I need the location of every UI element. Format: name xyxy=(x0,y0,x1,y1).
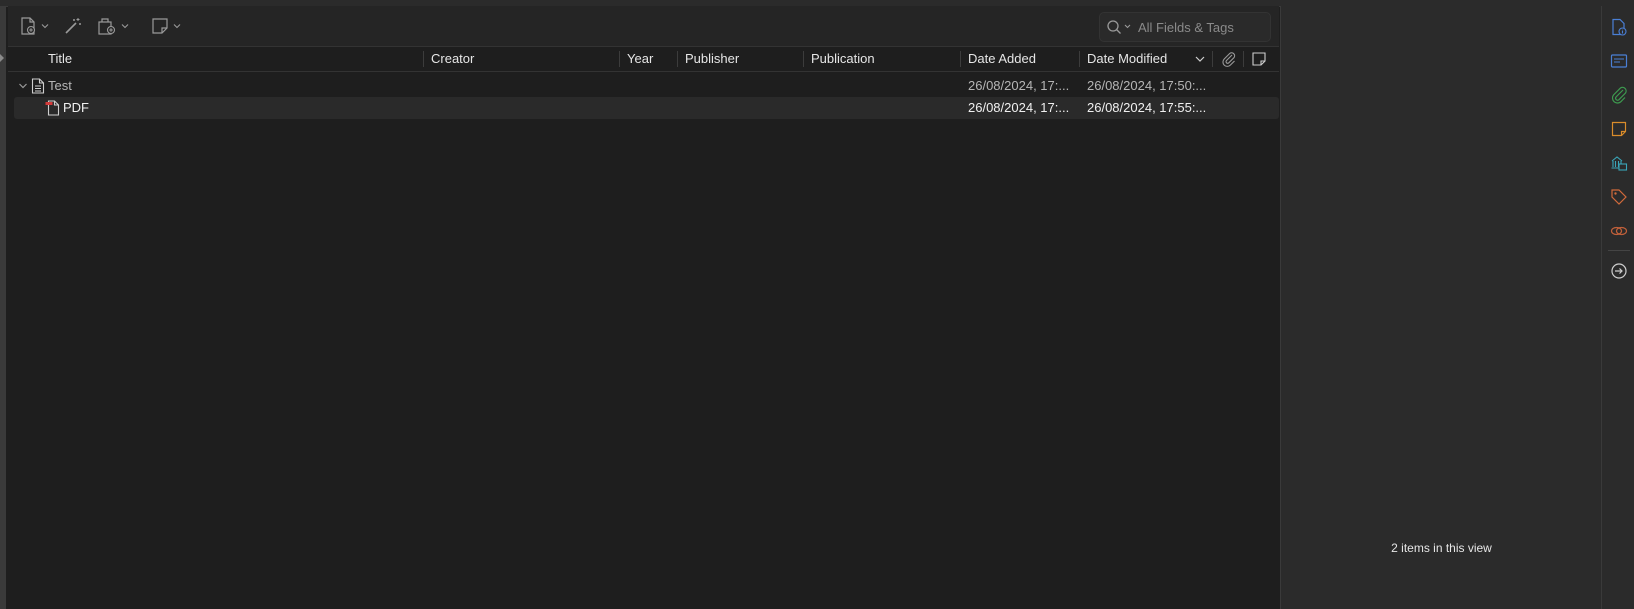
items-pane: Title Creator Year Publisher Publication… xyxy=(8,6,1279,609)
column-divider[interactable] xyxy=(803,51,804,67)
expand-twisty-icon[interactable] xyxy=(18,81,28,91)
column-divider[interactable] xyxy=(1212,51,1213,67)
search-input[interactable] xyxy=(1138,17,1264,37)
related-icon[interactable] xyxy=(1610,222,1628,240)
info-icon[interactable] xyxy=(1610,18,1628,36)
chevron-down-icon xyxy=(121,24,129,29)
item-pane-sidenav xyxy=(1601,6,1634,609)
sort-descending-icon[interactable] xyxy=(1195,55,1205,63)
attachment-add-icon xyxy=(98,18,116,35)
notes-icon[interactable] xyxy=(1610,120,1628,138)
column-divider[interactable] xyxy=(1079,51,1080,67)
column-divider[interactable] xyxy=(677,51,678,67)
column-year[interactable]: Year xyxy=(627,47,653,71)
add-by-identifier-button[interactable] xyxy=(63,14,83,38)
search-icon[interactable] xyxy=(1106,19,1136,35)
table-row[interactable]: Test 26/08/2024, 17:... 26/08/2024, 17:5… xyxy=(14,75,1279,97)
item-date-modified: 26/08/2024, 17:55:... xyxy=(1087,100,1207,115)
new-document-icon xyxy=(21,17,36,35)
attachments-icon[interactable] xyxy=(1610,86,1628,104)
column-publication[interactable]: Publication xyxy=(811,47,875,71)
note-icon xyxy=(152,18,168,34)
item-title: PDF xyxy=(63,100,89,115)
column-date-added[interactable]: Date Added xyxy=(968,47,1036,71)
add-attachment-button[interactable] xyxy=(96,14,129,38)
pdf-icon xyxy=(45,100,60,116)
new-item-button[interactable] xyxy=(18,14,49,38)
item-date-modified: 26/08/2024, 17:50:... xyxy=(1087,78,1207,93)
notes-column-icon[interactable] xyxy=(1251,51,1267,67)
abstract-icon[interactable] xyxy=(1610,52,1628,70)
column-header-row: Title Creator Year Publisher Publication… xyxy=(8,47,1279,72)
item-date-added: 26/08/2024, 17:... xyxy=(968,78,1070,93)
chevron-down-icon xyxy=(41,24,49,29)
collapse-arrow-icon[interactable] xyxy=(0,54,4,62)
column-divider[interactable] xyxy=(619,51,620,67)
magic-wand-icon xyxy=(65,18,81,34)
column-title[interactable]: Title xyxy=(48,47,72,71)
locate-icon[interactable] xyxy=(1610,262,1628,280)
item-count-message: 2 items in this view xyxy=(1391,541,1492,555)
column-creator[interactable]: Creator xyxy=(431,47,474,71)
tags-icon[interactable] xyxy=(1610,188,1628,206)
search-box[interactable] xyxy=(1099,12,1271,42)
column-divider[interactable] xyxy=(423,51,424,67)
document-icon xyxy=(31,78,45,94)
libraries-collections-icon[interactable] xyxy=(1610,154,1628,172)
attachments-column-icon[interactable] xyxy=(1221,51,1237,67)
chevron-down-icon xyxy=(173,24,181,29)
column-divider[interactable] xyxy=(1243,51,1244,67)
collections-pane-splitter[interactable] xyxy=(0,6,6,609)
item-title: Test xyxy=(48,78,72,93)
column-divider[interactable] xyxy=(960,51,961,67)
item-pane: 2 items in this view xyxy=(1280,6,1602,609)
column-publisher[interactable]: Publisher xyxy=(685,47,739,71)
item-date-added: 26/08/2024, 17:... xyxy=(968,100,1070,115)
items-toolbar xyxy=(8,6,1279,47)
new-note-button[interactable] xyxy=(150,14,181,38)
table-row[interactable]: PDF 26/08/2024, 17:... 26/08/2024, 17:55… xyxy=(14,97,1279,119)
sidenav-divider xyxy=(1608,250,1630,251)
column-date-modified[interactable]: Date Modified xyxy=(1087,47,1167,71)
